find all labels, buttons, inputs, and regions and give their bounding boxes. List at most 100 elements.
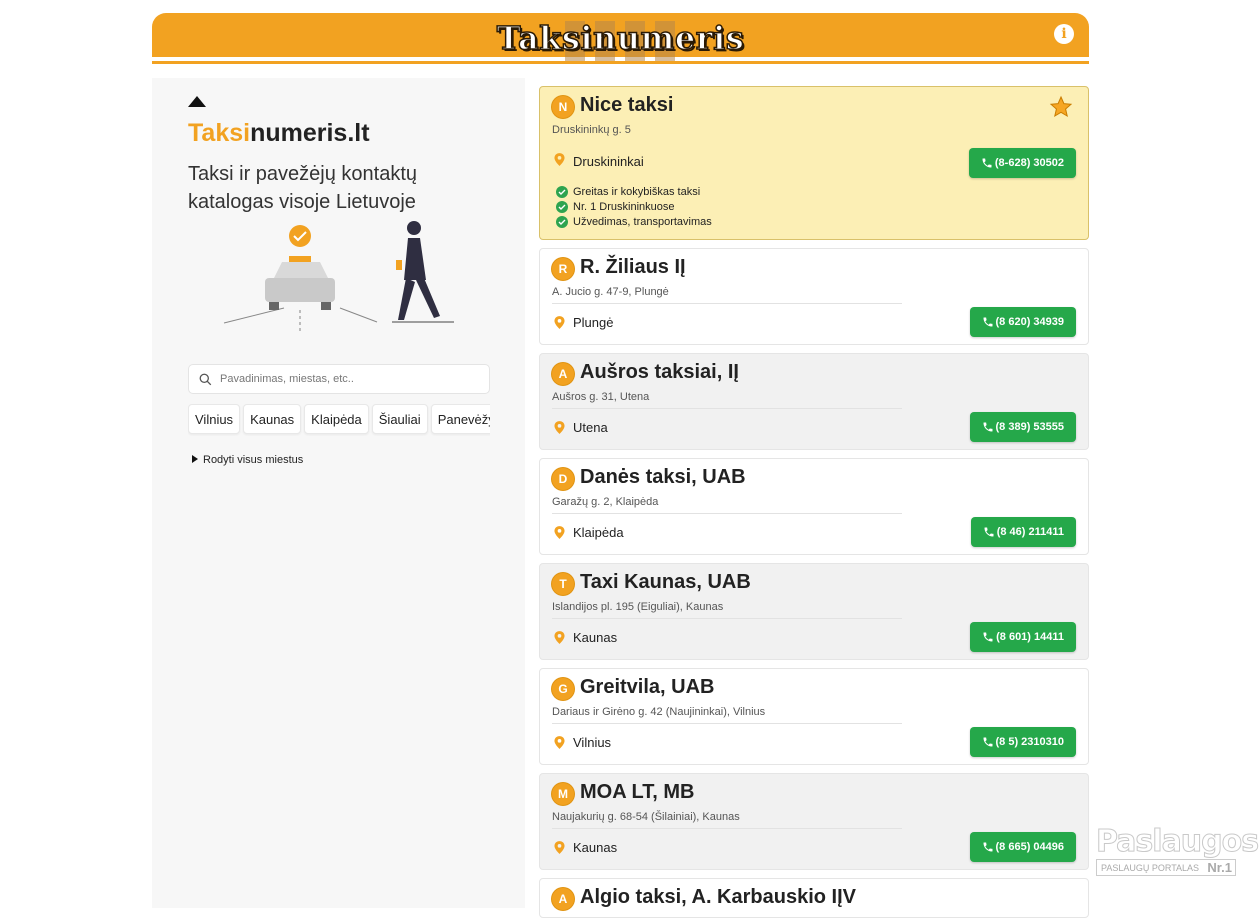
letter-badge: A — [552, 363, 574, 385]
check-icon — [556, 200, 568, 213]
call-button[interactable]: (8 601) 14411 — [970, 622, 1076, 652]
location-pin-icon — [554, 421, 565, 434]
expand-arrow-icon — [192, 455, 198, 463]
call-button[interactable]: (8 665) 04496 — [969, 832, 1076, 862]
phone-icon — [982, 158, 992, 168]
company-name[interactable]: R. Žiliaus IĮ — [580, 256, 686, 279]
company-city: Kaunas — [573, 630, 618, 645]
phone-icon — [984, 527, 994, 537]
tagline: Taksi ir pavežėjų kontaktų katalogas vis… — [188, 163, 418, 213]
feature-text: Užvedimas, transportavimas — [573, 215, 712, 228]
watermark-subtitle-bar: PASLAUGŲ PORTALAS Nr.1 — [1096, 859, 1236, 876]
phone-icon — [983, 422, 992, 432]
phone-icon — [983, 842, 992, 852]
feature-item: Greitas ir kokybiškas taksi — [556, 184, 712, 199]
feature-item: Užvedimas, transportavimas — [556, 214, 712, 229]
company-address: Aušros g. 31, Utena — [552, 391, 650, 403]
company-name[interactable]: Aušros taksiai, IĮ — [580, 361, 739, 384]
listing-card-featured[interactable]: N Nice taksi Druskininkų g. 5 Druskinink… — [539, 86, 1089, 240]
company-address: Druskininkų g. 5 — [552, 124, 631, 136]
phone-number: (8-628) 30502 — [994, 157, 1064, 169]
listing-card[interactable]: A Aušros taksiai, IĮ Aušros g. 31, Utena… — [539, 353, 1089, 450]
feature-text: Greitas ir kokybiškas taksi — [573, 185, 701, 198]
divider — [552, 513, 902, 514]
feature-list: Greitas ir kokybiškas taksi Nr. 1 Druski… — [556, 184, 712, 229]
company-name[interactable]: Greitvila, UAB — [580, 676, 714, 699]
location-pin-icon — [554, 316, 565, 329]
search-box — [188, 364, 490, 394]
company-address: Naujakurių g. 68-54 (Šilainiai), Kaunas — [552, 811, 740, 823]
location-pin-icon — [554, 841, 565, 854]
call-button[interactable]: (8 389) 53555 — [969, 412, 1076, 442]
phone-number: (8 5) 2310310 — [995, 736, 1065, 748]
listing-card[interactable]: D Danės taksi, UAB Garažų g. 2, Klaipėda… — [539, 458, 1089, 555]
divider — [552, 723, 902, 724]
listing-card[interactable]: T Taxi Kaunas, UAB Islandijos pl. 195 (E… — [539, 563, 1089, 660]
letter-badge: D — [552, 468, 574, 490]
call-button[interactable]: (8 620) 34939 — [969, 307, 1076, 337]
watermark-badge: Nr.1 — [1207, 860, 1232, 875]
phone-icon — [983, 737, 992, 747]
watermark-subtitle: PASLAUGŲ PORTALAS — [1101, 862, 1200, 873]
listing-card[interactable]: M MOA LT, MB Naujakurių g. 68-54 (Šilain… — [539, 773, 1089, 870]
company-city: Plungė — [573, 315, 614, 330]
location-pin-icon — [554, 736, 565, 749]
listing-card[interactable]: A Algio taksi, A. Karbauskio IĮV — [539, 878, 1089, 918]
letter-badge: T — [552, 573, 574, 595]
header-bar: Taksinumeris i — [152, 13, 1089, 61]
city-chip-klaipeda[interactable]: Klaipėda — [304, 404, 369, 434]
company-city: Druskininkai — [573, 154, 644, 169]
brand-title: Taksinumeris.lt — [188, 119, 370, 148]
show-all-cities-toggle[interactable]: Rodyti visus miestus — [192, 454, 303, 466]
star-icon[interactable] — [1049, 95, 1073, 119]
city-filter-list: VilniusKaunasKlaipėdaŠiauliaiPanevėžys — [188, 404, 490, 436]
company-city: Utena — [573, 420, 608, 435]
company-name[interactable]: Nice taksi — [580, 94, 673, 117]
divider — [552, 618, 902, 619]
letter-badge: N — [552, 96, 574, 118]
call-button[interactable]: (8 5) 2310310 — [969, 727, 1076, 757]
company-name[interactable]: Algio taksi, A. Karbauskio IĮV — [580, 886, 856, 909]
site-logo[interactable]: Taksinumeris — [496, 18, 745, 58]
feature-text: Nr. 1 Druskininkuose — [573, 200, 675, 213]
company-address: Islandijos pl. 195 (Eiguliai), Kaunas — [552, 601, 724, 613]
city-chip-kaunas[interactable]: Kaunas — [243, 404, 302, 434]
city-chip-siauliai[interactable]: Šiauliai — [371, 404, 428, 434]
phone-icon — [983, 317, 992, 327]
info-icon[interactable]: i — [1054, 24, 1074, 44]
phone-number: (8 601) 14411 — [996, 631, 1064, 643]
divider — [552, 408, 902, 409]
paslaugos-watermark: Paslaugos.lt PASLAUGŲ PORTALAS Nr.1 — [1096, 825, 1260, 878]
feature-item: Nr. 1 Druskininkuose — [556, 199, 712, 214]
city-chip-vilnius[interactable]: Vilnius — [188, 404, 241, 434]
call-button[interactable]: (8 46) 211411 — [970, 517, 1076, 547]
company-name[interactable]: Taxi Kaunas, UAB — [580, 571, 751, 594]
location-pin-icon — [554, 153, 565, 166]
listing-card[interactable]: G Greitvila, UAB Dariaus ir Girėno g. 42… — [539, 668, 1089, 765]
company-address: Dariaus ir Girėno g. 42 (Naujininkai), V… — [552, 706, 766, 718]
sidebar: Taksinumeris.lt Taksi ir pavežėjų kontak… — [152, 78, 525, 908]
company-address: A. Jucio g. 47-9, Plungė — [552, 286, 669, 298]
phone-number: (8 620) 34939 — [995, 316, 1065, 328]
check-icon — [556, 215, 568, 228]
taxi-illustration — [223, 221, 454, 333]
phone-number: (8 46) 211411 — [996, 526, 1064, 538]
city-chip-panevezys[interactable]: Panevėžys — [430, 404, 490, 434]
location-pin-icon — [554, 526, 565, 539]
letter-badge: M — [552, 783, 574, 805]
listing-card[interactable]: R R. Žiliaus IĮ A. Jucio g. 47-9, Plungė… — [539, 248, 1089, 345]
brand-accent: Taksi — [188, 119, 251, 147]
company-name[interactable]: Danės taksi, UAB — [580, 466, 746, 489]
phone-number: (8 665) 04496 — [995, 841, 1065, 853]
company-city: Vilnius — [573, 735, 612, 750]
search-icon — [199, 373, 212, 385]
collapse-arrow-icon[interactable] — [188, 96, 206, 107]
search-input[interactable] — [220, 373, 480, 385]
letter-badge: R — [552, 258, 574, 280]
company-name[interactable]: MOA LT, MB — [580, 781, 694, 804]
location-pin-icon — [554, 631, 565, 644]
company-address: Garažų g. 2, Klaipėda — [552, 496, 659, 508]
company-city: Klaipėda — [573, 525, 624, 540]
call-button[interactable]: (8-628) 30502 — [968, 148, 1076, 178]
divider — [552, 303, 902, 304]
